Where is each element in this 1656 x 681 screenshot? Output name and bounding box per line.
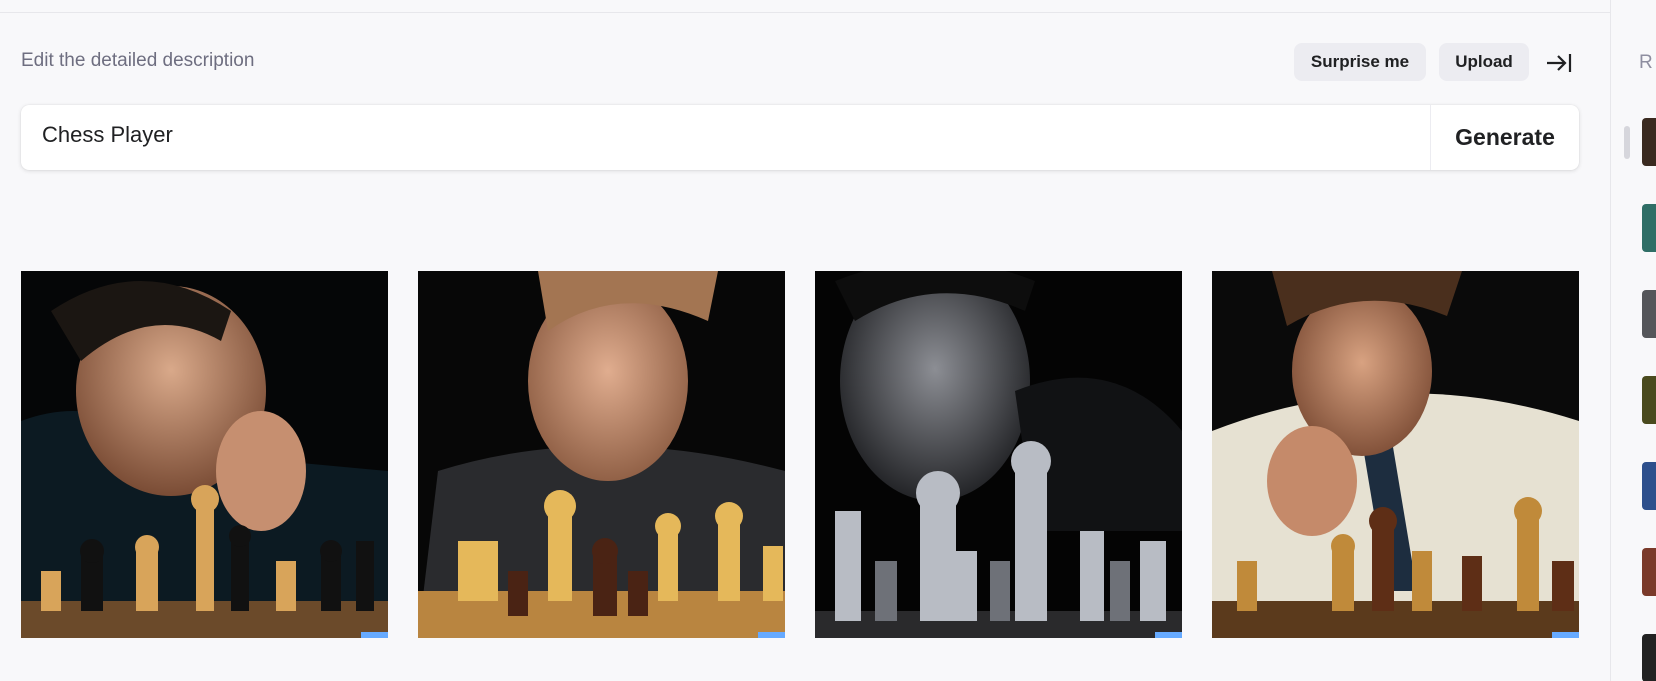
history-thumbnail[interactable] — [1642, 204, 1656, 252]
generate-button[interactable]: Generate — [1431, 105, 1579, 170]
result-image-3[interactable] — [815, 271, 1182, 638]
upload-button[interactable]: Upload — [1439, 43, 1529, 81]
history-thumbnail[interactable] — [1642, 462, 1656, 510]
result-image-4[interactable] — [1212, 271, 1579, 638]
prompt-bar: Chess Player Generate — [21, 105, 1579, 170]
prompt-input[interactable]: Chess Player — [42, 122, 173, 148]
history-sidebar: R — [1610, 0, 1656, 681]
sidebar-scrollbar[interactable] — [1624, 126, 1630, 159]
history-thumbnail[interactable] — [1642, 634, 1656, 681]
arrow-to-right-icon — [1547, 54, 1572, 72]
image-chess-player-3 — [815, 271, 1182, 638]
sidebar-title: R — [1639, 52, 1653, 73]
surprise-me-button[interactable]: Surprise me — [1294, 43, 1426, 81]
history-thumbnail[interactable] — [1642, 376, 1656, 424]
history-thumbnail[interactable] — [1642, 290, 1656, 338]
image-chess-player-1 — [21, 271, 388, 638]
result-image-1[interactable] — [21, 271, 388, 638]
collapse-sidebar-button[interactable] — [1544, 48, 1574, 78]
history-thumbnail[interactable] — [1642, 548, 1656, 596]
image-chess-player-4 — [1212, 271, 1579, 638]
result-image-2[interactable] — [418, 271, 785, 638]
main-panel: Edit the detailed description Surprise m… — [0, 0, 1610, 681]
edit-description-label: Edit the detailed description — [21, 50, 255, 71]
history-thumbnail[interactable] — [1642, 118, 1656, 166]
image-chess-player-2 — [418, 271, 785, 638]
